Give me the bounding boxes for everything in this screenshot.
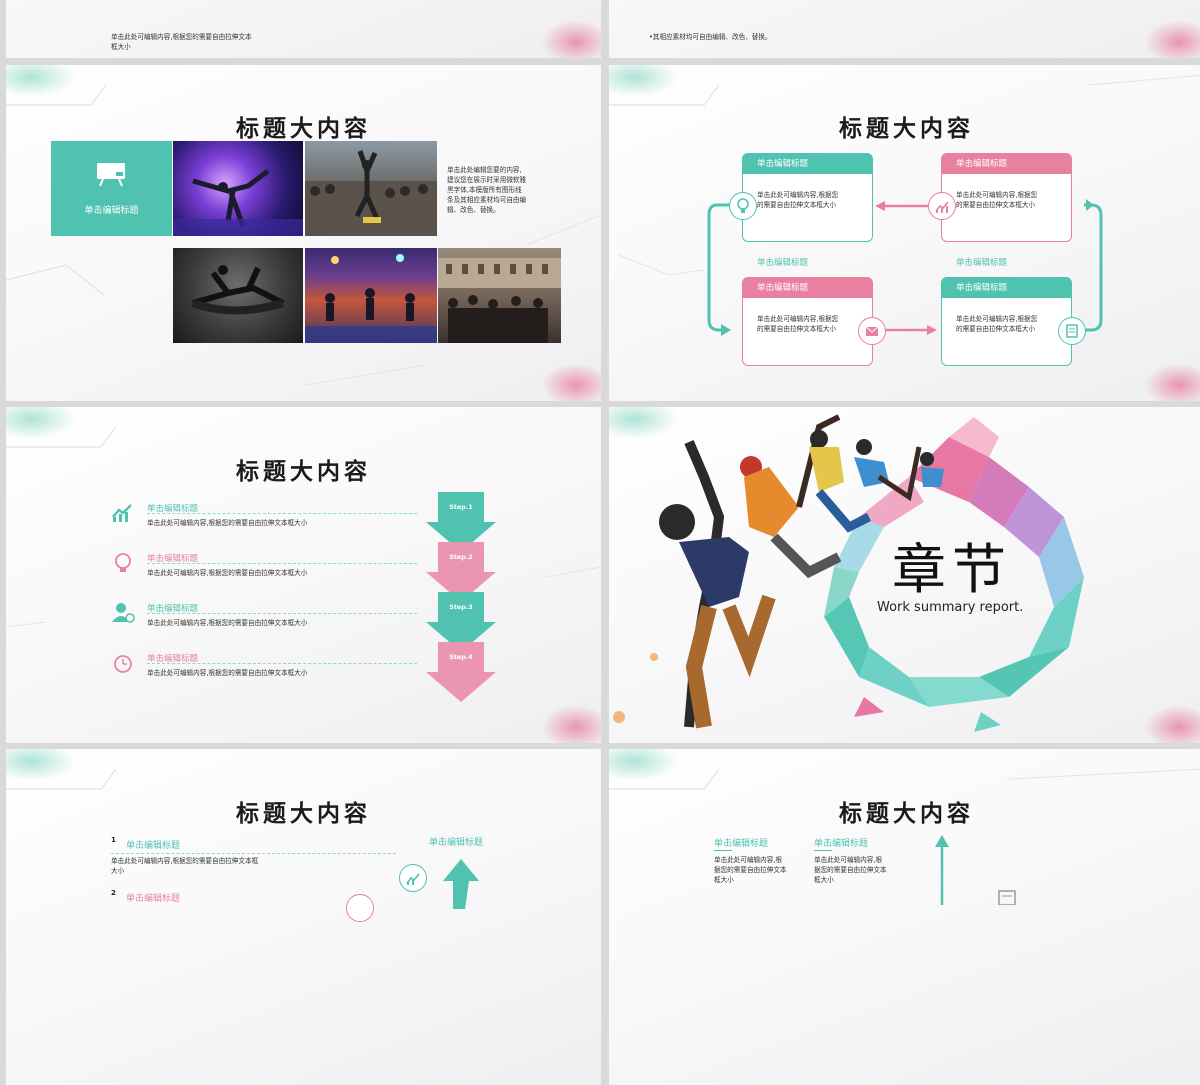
dashed-divider xyxy=(147,663,417,664)
step-desc: 单击此处可编辑内容,根据您的需要自由拉伸文本框大小 xyxy=(147,519,308,527)
box-title: 单击编辑标题 xyxy=(942,278,1071,298)
document-icon xyxy=(1058,317,1086,345)
dashed-divider xyxy=(147,563,417,564)
photo-dancer-jump xyxy=(173,248,303,343)
item-title-2[interactable]: 单击编辑标题 xyxy=(126,891,180,904)
slide-top-right[interactable]: •其相应素材均可自由编辑、改色、替换。 xyxy=(609,0,1200,58)
presentation-board-icon xyxy=(97,163,125,187)
box-text: 单击此处可编辑内容,根据您 的需要自由拉伸文本框大小 xyxy=(956,191,1038,209)
slide-title: 标题大内容 xyxy=(236,800,371,827)
col-text-2: 单击此处可编辑内容,根 据您的需要自由拉伸文本 框大小 xyxy=(814,856,887,884)
step-label: Step.1 xyxy=(449,503,473,511)
slide-grid: 单击此处可编辑内容,根据您的需要自由拉伸文本 框大小 •其相应素材均可自由编辑、… xyxy=(0,0,1200,1085)
box-title: 单击编辑标题 xyxy=(743,278,872,298)
title-underline xyxy=(814,850,832,851)
col-title-1[interactable]: 单击编辑标题 xyxy=(714,836,768,849)
gallery-body-text: 单击此处编辑您要的内容, 建议您在展示时采用微软雅 黑字体,本模版所有图形线 条… xyxy=(447,166,527,214)
pink-brush-decoration xyxy=(1144,20,1200,58)
box-text: 单击此处可编辑内容,根据您 的需要自由拉伸文本框大小 xyxy=(757,315,839,333)
box-text: 单击此处可编辑内容,根据您 的需要自由拉伸文本框大小 xyxy=(757,191,839,209)
lightbulb-icon xyxy=(115,553,131,572)
photo-dance-stage-group xyxy=(305,248,437,343)
slide-text: 单击此处可编辑内容,根据您的需要自由拉伸文本 框大小 xyxy=(111,33,252,51)
add-user-icon xyxy=(112,603,135,623)
cycle-box-1[interactable]: 单击编辑标题 单击此处可编辑内容,根据您 的需要自由拉伸文本框大小 xyxy=(742,153,873,242)
slide-title: 标题大内容 xyxy=(236,458,371,485)
up-arrow-icon xyxy=(443,859,479,909)
mid-label-left: 单击编辑标题 xyxy=(757,258,809,268)
step-arrow-4: Step.4 xyxy=(426,642,496,702)
title-underline xyxy=(714,850,732,851)
growth-chart-icon xyxy=(399,864,427,892)
slide-bottom-right[interactable]: 标题大内容 单击编辑标题 单击此处可编辑内容,根 据您的需要自由拉伸文本 框大小… xyxy=(609,749,1200,1085)
col-title-2[interactable]: 单击编辑标题 xyxy=(814,836,868,849)
growth-chart-icon xyxy=(112,504,132,522)
dashed-divider xyxy=(147,613,417,614)
step-label: Step.4 xyxy=(449,653,473,661)
cycle-arrows xyxy=(707,199,1103,336)
slide-text: •其相应素材均可自由编辑、改色、替换。 xyxy=(649,33,772,41)
right-label: 单击编辑标题 xyxy=(429,838,484,848)
alarm-clock-icon xyxy=(114,655,132,673)
slide-bottom-left[interactable]: 标题大内容 1 单击编辑标题 单击此处可编辑内容,根据您的需要自由拉伸文本框 大… xyxy=(6,749,601,1085)
slide-title: 标题大内容 xyxy=(236,115,371,142)
slide-title: 标题大内容 xyxy=(839,800,974,827)
step-desc: 单击此处可编辑内容,根据您的需要自由拉伸文本框大小 xyxy=(147,669,308,677)
box-text: 单击此处可编辑内容,根据您 的需要自由拉伸文本框大小 xyxy=(956,315,1038,333)
pink-brush-decoration xyxy=(541,20,601,58)
slide-gallery[interactable]: 标题大内容 单击编辑标题 单击此处编辑您要的内容, 建议您在展示时采用微软雅 黑… xyxy=(6,65,601,401)
photo-dancer-stage xyxy=(173,141,303,236)
tile-label: 单击编辑标题 xyxy=(84,206,139,216)
feature-tile[interactable]: 单击编辑标题 xyxy=(51,141,172,236)
mail-icon xyxy=(858,317,886,345)
dashed-divider xyxy=(147,513,417,514)
item-title-1[interactable]: 单击编辑标题 xyxy=(126,838,180,851)
chapter-subtitle: Work summary report. xyxy=(877,600,1024,615)
lightbulb-icon xyxy=(729,192,757,220)
box-title: 单击编辑标题 xyxy=(743,154,872,174)
cycle-box-2[interactable]: 单击编辑标题 单击此处可编辑内容,根据您 的需要自由拉伸文本框大小 xyxy=(941,153,1072,242)
box-title: 单击编辑标题 xyxy=(942,154,1071,174)
col-text-1: 单击此处可编辑内容,根 据您的需要自由拉伸文本 框大小 xyxy=(714,856,787,884)
document-icon xyxy=(998,890,1016,905)
photo-street-crowd xyxy=(438,248,561,343)
dashed-divider xyxy=(111,853,396,854)
item-number-1: 1 xyxy=(111,836,116,844)
slide-steps[interactable]: 标题大内容 单击编辑标题 单击此处可编辑内容,根据您的需要自由拉伸文本框大小 单… xyxy=(6,407,601,743)
photo-dancer-crowd xyxy=(305,141,437,236)
step-label: Step.3 xyxy=(449,603,473,611)
cycle-box-4[interactable]: 单击编辑标题 单击此处可编辑内容,根据您 的需要自由拉伸文本框大小 xyxy=(941,277,1072,366)
chapter-heading: 章节 xyxy=(892,538,1012,601)
slide-cycle[interactable]: 标题大内容 单击编辑标题 单击此处可编辑内容,根据您 的需要自由拉伸文本框大小 单… xyxy=(609,65,1200,401)
vertical-arrow xyxy=(935,835,949,905)
step-desc: 单击此处可编辑内容,根据您的需要自由拉伸文本框大小 xyxy=(147,619,308,627)
item-text-1: 单击此处可编辑内容,根据您的需要自由拉伸文本框 大小 xyxy=(111,857,259,875)
slide-top-left[interactable]: 单击此处可编辑内容,根据您的需要自由拉伸文本 框大小 xyxy=(6,0,601,58)
slide-chapter[interactable]: 章节 Work summary report. xyxy=(609,407,1200,743)
cycle-box-3[interactable]: 单击编辑标题 单击此处可编辑内容,根据您 的需要自由拉伸文本框大小 xyxy=(742,277,873,366)
step-label: Step.2 xyxy=(449,553,473,561)
mid-label-right: 单击编辑标题 xyxy=(956,258,1008,268)
pink-icon-circle xyxy=(346,894,374,922)
chart-icon xyxy=(928,192,956,220)
step-desc: 单击此处可编辑内容,根据您的需要自由拉伸文本框大小 xyxy=(147,569,308,577)
item-number-2: 2 xyxy=(111,889,116,897)
